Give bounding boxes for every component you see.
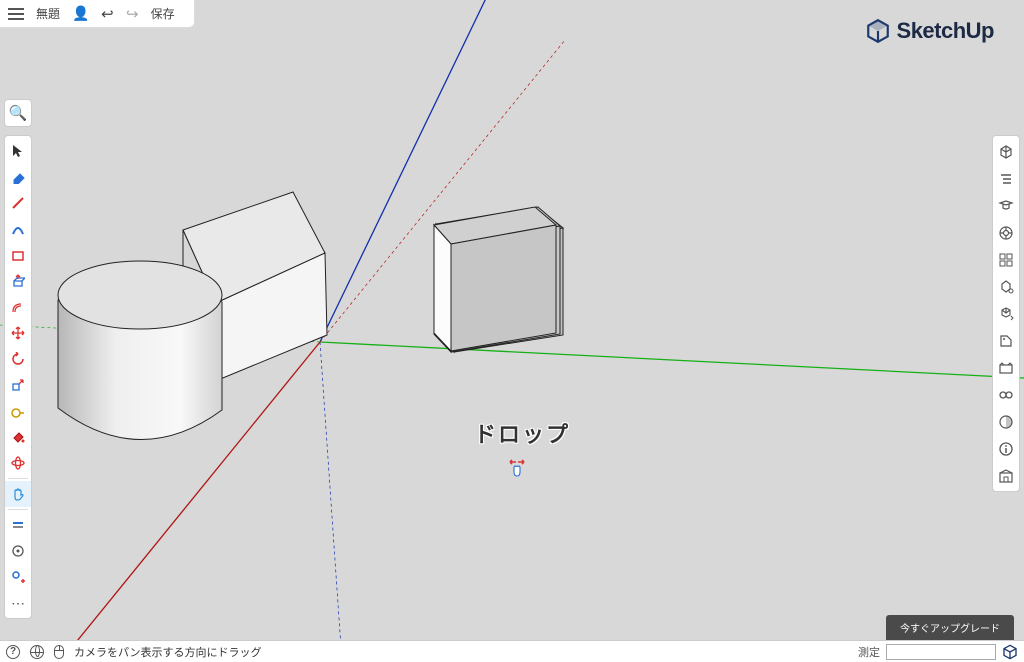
move-tool[interactable]: [5, 320, 31, 346]
document-title[interactable]: 無題: [36, 5, 60, 22]
top-toolbar: 無題 👤 ↪ ↪ 保存: [0, 0, 195, 28]
scenes-tag-panel[interactable]: [993, 327, 1019, 354]
instructor-panel[interactable]: [993, 192, 1019, 219]
pan-tool[interactable]: [5, 481, 31, 507]
shape-cube-front2: [434, 207, 560, 352]
cube-front-face: [434, 225, 451, 351]
right-toolbar: [992, 135, 1020, 492]
offset-tool[interactable]: [5, 294, 31, 320]
paint-bucket-tool[interactable]: [5, 424, 31, 450]
tape-measure-tool[interactable]: [5, 398, 31, 424]
cube-front-top-face: [434, 207, 556, 244]
more-tools[interactable]: ⋯: [5, 590, 31, 616]
materials-panel[interactable]: [993, 246, 1019, 273]
status-hint: カメラをパン表示する方向にドラッグ: [74, 644, 262, 660]
styles-panel[interactable]: [993, 273, 1019, 300]
scenes-panel[interactable]: [993, 354, 1019, 381]
orbit-tool[interactable]: [5, 450, 31, 476]
undo-button[interactable]: ↪: [101, 5, 114, 23]
axis-red-neg: [320, 40, 565, 342]
brand-name: SketchUp: [897, 18, 994, 44]
push-pull-tool[interactable]: [5, 268, 31, 294]
shape-cube-front: [436, 207, 563, 352]
mouse-hint-icon: [54, 645, 64, 659]
rotate-tool[interactable]: [5, 346, 31, 372]
fog-panel[interactable]: [993, 408, 1019, 435]
brand-logo: SketchUp: [865, 18, 994, 44]
axis-green: [320, 342, 1024, 378]
left-toolbar: ⋯: [4, 135, 32, 619]
cube-front-right-face: [451, 225, 556, 351]
eraser-tool[interactable]: [5, 164, 31, 190]
hamburger-menu-icon[interactable]: [8, 8, 24, 20]
dimension-tool[interactable]: [5, 564, 31, 590]
language-icon[interactable]: [30, 645, 44, 659]
help-icon[interactable]: ?: [6, 645, 20, 659]
3d-warehouse-panel[interactable]: [993, 462, 1019, 489]
axis-green-neg: [0, 324, 320, 342]
line-tool[interactable]: [5, 190, 31, 216]
drag-cursor-indicator: [506, 458, 528, 485]
model-info-panel[interactable]: [993, 435, 1019, 462]
person-icon[interactable]: 👤: [72, 5, 89, 22]
measurement-input[interactable]: [886, 644, 996, 660]
search-tool[interactable]: 🔍: [4, 99, 32, 127]
drop-label: ドロップ: [474, 417, 570, 449]
measurement-label: 測定: [858, 644, 880, 660]
redo-button[interactable]: ↪: [126, 5, 139, 23]
axis-blue-neg: [320, 342, 342, 662]
sketchup-logo-icon: [865, 18, 891, 44]
status-bar: ? カメラをパン表示する方向にドラッグ 測定: [0, 640, 1024, 662]
outliner-panel[interactable]: [993, 165, 1019, 192]
shape-cube-back: [183, 192, 327, 380]
scale-tool[interactable]: [5, 372, 31, 398]
display-panel[interactable]: [993, 381, 1019, 408]
arc-tool[interactable]: [5, 216, 31, 242]
section-tool[interactable]: [5, 512, 31, 538]
cube-front-left-face: [434, 225, 451, 352]
tags-panel[interactable]: [993, 300, 1019, 327]
upgrade-button[interactable]: 今すぐアップグレード: [886, 615, 1014, 640]
save-button[interactable]: 保存: [151, 5, 175, 22]
components-panel[interactable]: [993, 219, 1019, 246]
sketchup-small-logo-icon[interactable]: [1002, 644, 1018, 660]
axis-red: [60, 342, 320, 662]
shapes-tool[interactable]: [5, 242, 31, 268]
axis-blue: [320, 0, 490, 342]
entity-info-panel[interactable]: [993, 138, 1019, 165]
select-tool[interactable]: [5, 138, 31, 164]
look-around-tool[interactable]: [5, 538, 31, 564]
viewport-3d[interactable]: [0, 0, 1024, 662]
shape-cylinder: [58, 261, 222, 440]
